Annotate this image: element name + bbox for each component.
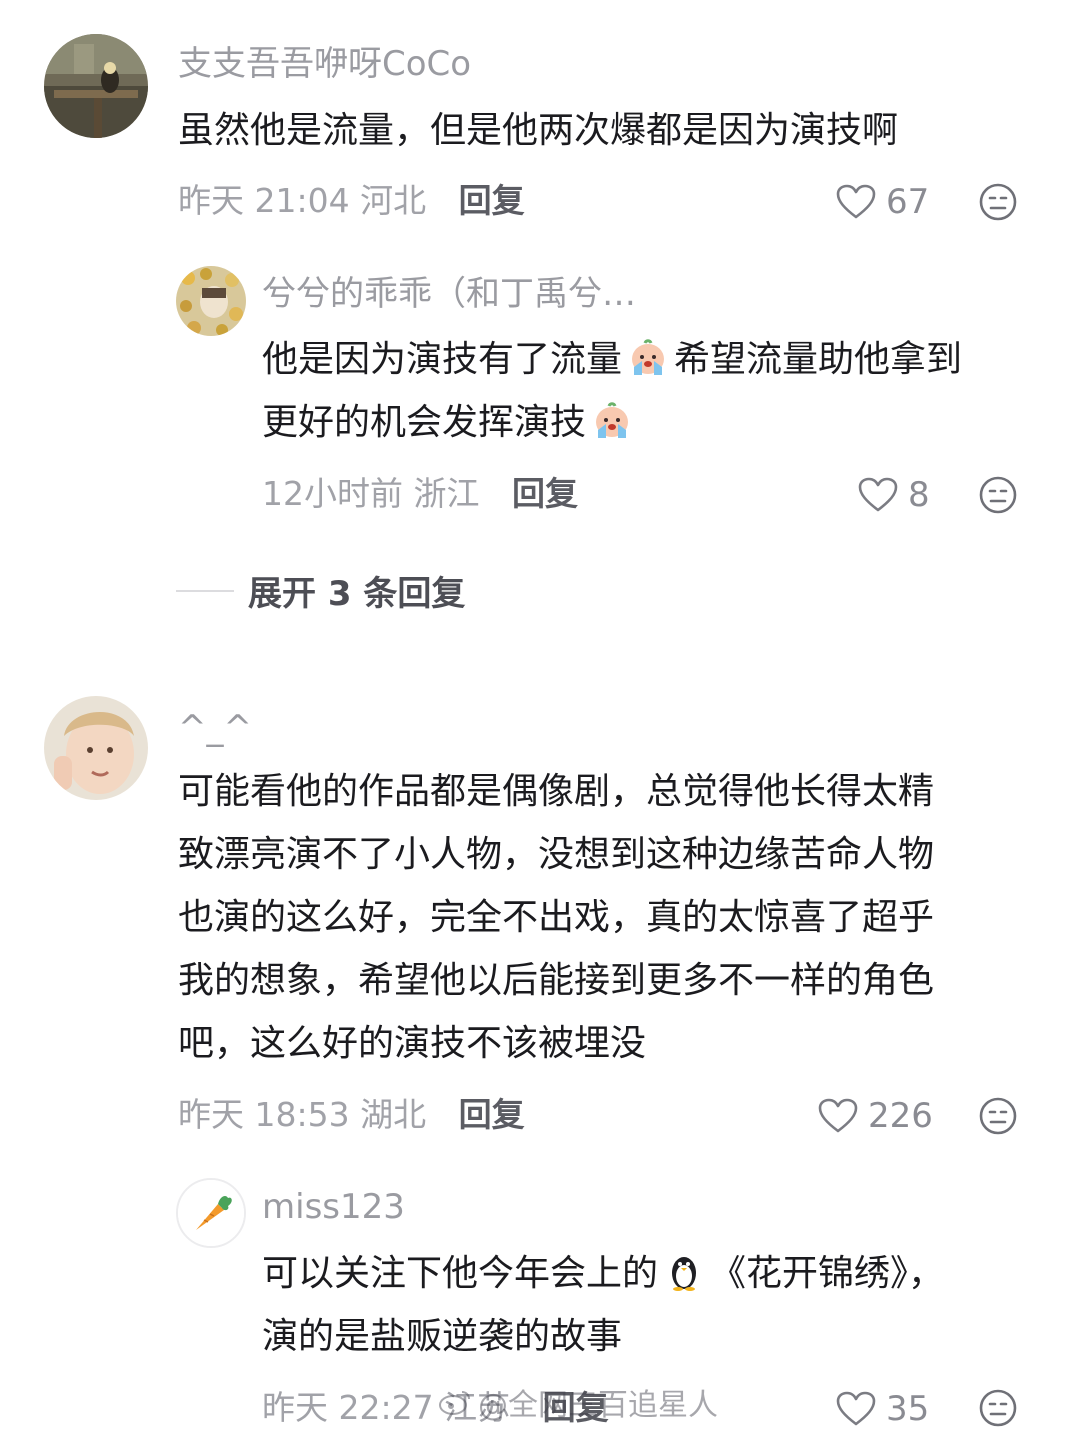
expand-replies-button[interactable]: 展开 3 条回复 [176,566,465,615]
reply-text-line: 他是因为演技有了流量 希望流量助他拿到 [262,339,963,380]
like-button[interactable]: 67 [836,182,929,222]
reply-location: 浙江 [413,474,480,513]
comment-text: 可能看他的作品都是偶像剧，总觉得他长得太精 致漂亮演不了小人物，没想到这种边缘苦… [178,760,934,1075]
comment-text-line: 可能看他的作品都是偶像剧，总觉得他长得太精 [178,771,935,812]
comment-text-line: 我的想象，希望他以后能接到更多不一样的角色 [178,960,935,1001]
avatar[interactable] [44,34,148,138]
heart-icon [836,1391,876,1426]
reply-time: 12小时前 [262,474,403,513]
carrot-icon [178,1180,244,1246]
dislike-face-icon[interactable] [978,1096,1018,1136]
heart-icon [818,1098,858,1133]
comment-time: 昨天 18:53 [178,1095,350,1134]
comment-meta: 昨天 18:53 湖北 回复 [178,1095,525,1135]
heart-icon [858,477,898,512]
like-button[interactable]: 35 [836,1389,929,1429]
comment-username[interactable]: ^_^ [178,708,252,748]
comment-location: 湖北 [360,1095,427,1134]
dislike-face-icon[interactable] [978,475,1018,515]
comment-text-line: 虽然他是流量，但是他两次爆都是因为演技啊 [178,110,899,151]
reply-button[interactable]: 回复 [512,474,578,513]
reply-button[interactable]: 回复 [459,1095,525,1134]
reply-text-line: 演的是盐贩逆袭的故事 [262,1316,623,1357]
reply-username[interactable]: miss123 [262,1187,405,1227]
like-button[interactable]: 226 [818,1096,933,1136]
expand-replies-label[interactable]: 展开 3 条回复 [248,566,465,615]
weibo-logo-icon [439,1391,470,1415]
avatar[interactable] [44,696,148,800]
watermark: @全网三百追星人 [438,1380,718,1424]
dislike-face-icon[interactable] [978,182,1018,222]
reply-text-line: 更好的机会发挥演技 [262,391,962,454]
comment-time: 昨天 21:04 [178,181,350,220]
watermark-text: @全网三百追星人 [478,1388,718,1423]
reply-text: 可以关注下他今年会上的 《花开锦绣》， 演的是盐贩逆袭的故事 [262,1242,944,1368]
reply-username[interactable]: 兮兮的乖乖（和丁禹兮… [262,274,636,314]
dislike-face-icon[interactable] [978,1388,1018,1428]
comment-text-line: 致漂亮演不了小人物，没想到这种边缘苦命人物 [178,834,935,875]
reply-avatar[interactable] [176,1178,246,1248]
comment-meta: 昨天 21:04 河北 回复 [178,181,525,221]
reply-time: 昨天 22:27 [262,1388,434,1427]
crying-emoji-icon [632,339,665,375]
penguin-emoji-icon [672,1257,697,1291]
reply-button[interactable]: 回复 [459,181,525,220]
comment-location: 河北 [360,181,427,220]
comment-username[interactable]: 支支吾吾咿呀CoCo [178,44,471,84]
like-count: 226 [868,1096,933,1136]
like-count: 35 [886,1389,930,1429]
comment-text-line: 也演的这么好，完全不出戏，真的太惊喜了超乎 [178,897,935,938]
crying-emoji-icon [596,402,629,438]
reply-text: 他是因为演技有了流量 希望流量助他拿到 更好的机会发挥演技 [262,328,962,454]
divider [176,589,234,592]
like-count: 67 [886,182,930,222]
heart-icon [836,184,876,219]
like-button[interactable]: 8 [858,475,930,515]
reply-meta: 12小时前 浙江 回复 [262,474,578,514]
reply-text-line: 可以关注下他今年会上的 《花开锦绣》， [262,1253,945,1294]
comment-text-line: 吧，这么好的演技不该被埋没 [178,1023,647,1064]
reply-avatar[interactable] [176,266,246,336]
like-count: 8 [908,475,930,515]
comment-text: 虽然他是流量，但是他两次爆都是因为演技啊 [178,99,898,162]
